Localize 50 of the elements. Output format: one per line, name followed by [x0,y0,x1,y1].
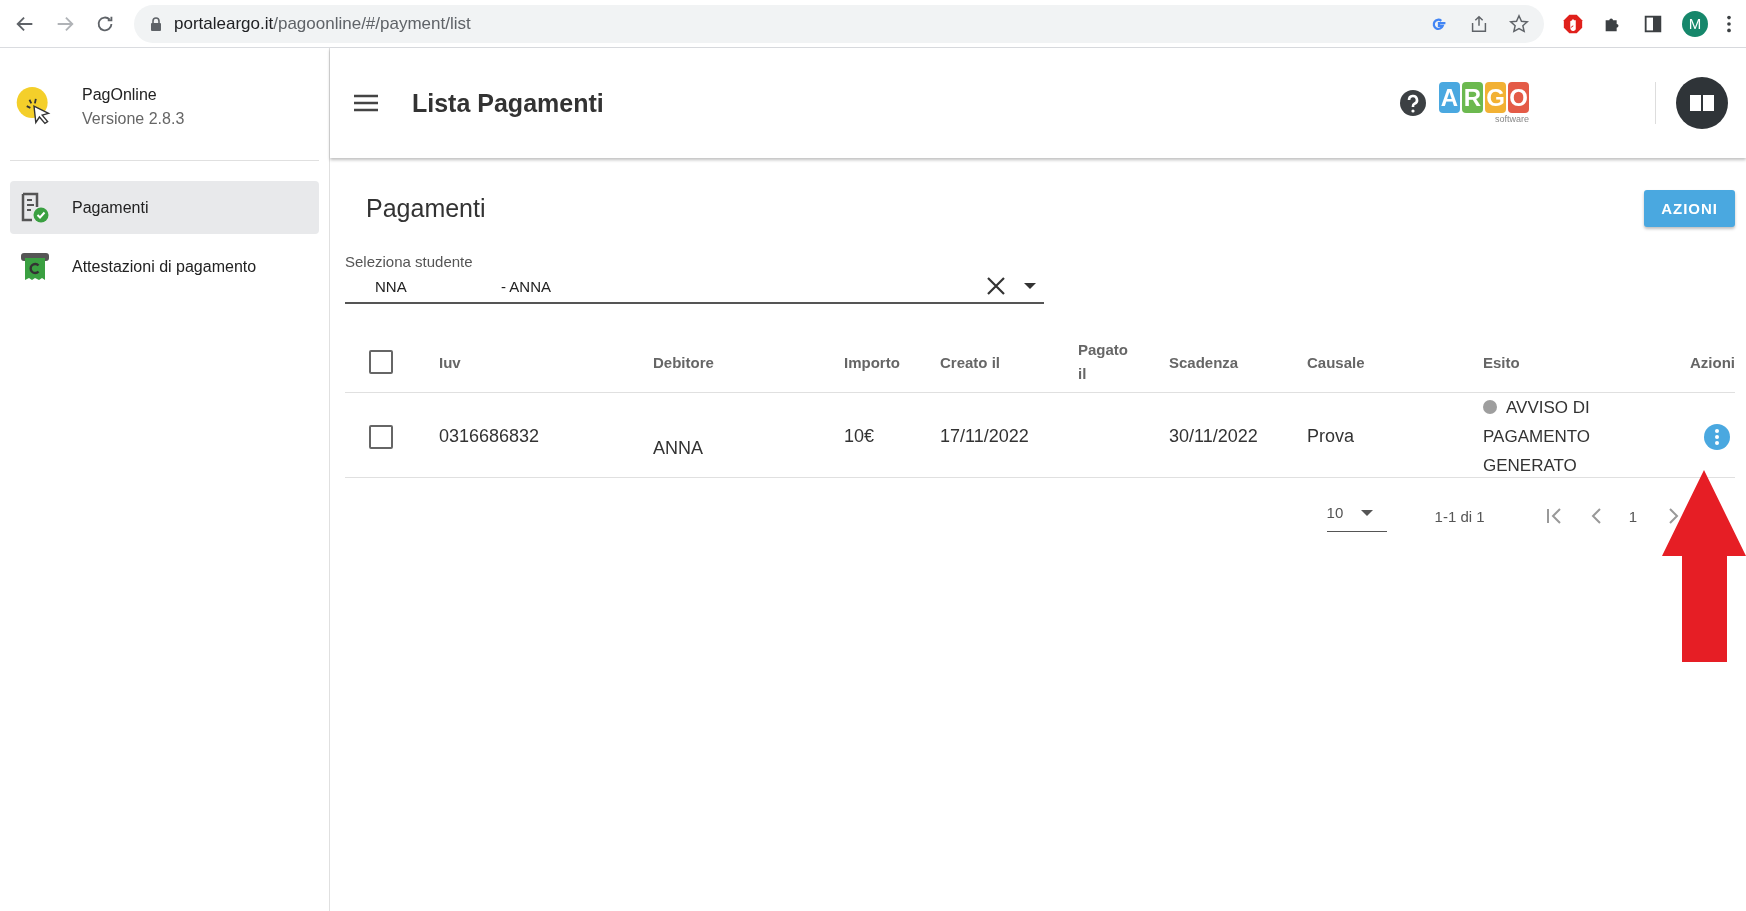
select-all-checkbox[interactable] [369,350,393,374]
logo-letter: O [1508,82,1529,113]
table-cell: Prova [1307,426,1355,446]
dropdown-caret-icon [1361,509,1374,516]
table-cell: ANNA [653,438,703,458]
document-check-icon [20,191,50,224]
table-cell: 10€ [844,426,875,446]
dropdown-caret-icon[interactable] [1024,283,1036,289]
rows-per-page-select[interactable]: 10 [1326,500,1387,532]
app-version: Versione 2.8.3 [82,110,185,128]
logo-letter: G [1485,82,1506,113]
logo-tagline: software [1495,114,1529,124]
section-title: Pagamenti [366,194,486,223]
logo-letter: A [1439,82,1460,113]
column-header[interactable]: Pagato il [1078,338,1138,386]
address-bar[interactable]: portaleargo.it/pagoonline/#/payment/list [134,4,1544,43]
clear-icon[interactable] [986,276,1006,296]
column-header[interactable]: Creato il [940,353,1000,371]
receipt-icon [20,250,50,283]
student-select[interactable]: Seleziona studente NNA - ANNA [345,253,1044,304]
page-range: 1-1 di 1 [1434,507,1485,525]
book-icon [1689,94,1715,112]
profile-avatar[interactable]: M [1682,10,1708,37]
page-title: Lista Pagamenti [412,88,605,118]
sidebar-item[interactable]: Pagamenti [10,181,319,234]
menu-icon[interactable] [354,93,378,113]
student-name-part: - ANNA [501,277,552,295]
page-number[interactable]: 1 [1628,507,1637,525]
lock-icon [150,16,162,31]
url-text: portaleargo.it/pagoonline/#/payment/list [174,13,472,34]
student-name-part: NNA [375,277,408,295]
column-header[interactable]: Scadenza [1169,353,1239,371]
column-header[interactable]: Causale [1307,353,1365,371]
app-name: PagOnline [82,86,158,104]
logo-letter: R [1462,82,1483,113]
column-header[interactable]: Azioni [1690,353,1735,371]
column-header[interactable]: Esito [1483,353,1520,371]
table-cell: 17/11/2022 [940,426,1029,446]
star-icon[interactable] [1508,12,1530,35]
more-options-icon[interactable] [1704,423,1730,450]
column-header[interactable]: Importo [844,353,900,371]
column-header[interactable]: Iuv [439,353,461,371]
user-avatar[interactable] [1676,77,1728,129]
help-icon[interactable] [1399,89,1427,117]
sidebar-item[interactable]: Attestazioni di pagamento [10,240,319,293]
row-checkbox[interactable] [369,424,393,449]
table-cell: 0316686832 [439,426,540,446]
table-cell: 30/11/2022 [1169,426,1258,446]
column-header[interactable]: Debitore [653,353,714,371]
status-text: AVVISO DI PAGAMENTO GENERATO [1483,398,1591,475]
